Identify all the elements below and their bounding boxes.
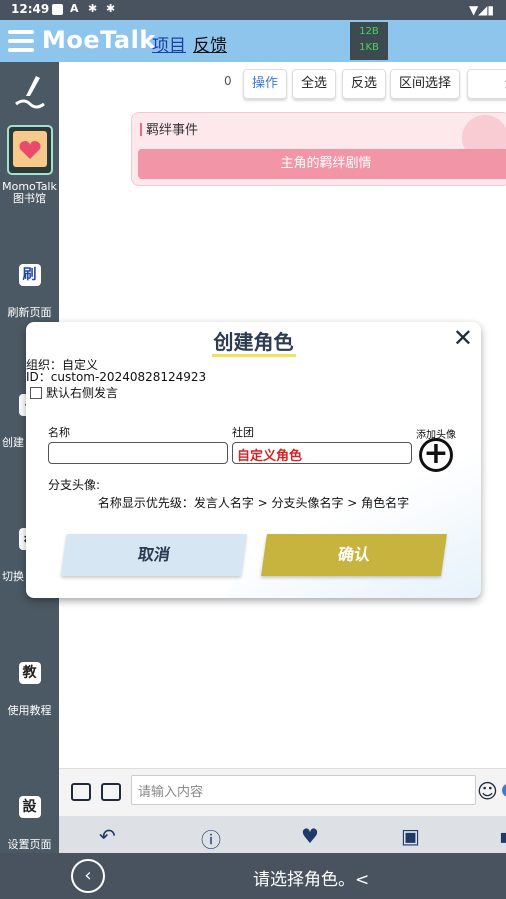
range-select-button[interactable]: 区间选择 [390,69,461,99]
tutorial-icon: 教 [18,662,41,684]
club-label: 社团 [232,426,254,439]
add-avatar-icon[interactable]: + [419,438,453,472]
action-bar: ↶ ⓘ ♥ ▣ ▪ [59,816,506,853]
sidebar-item-label: 设置页面 [7,838,52,851]
cancel-button[interactable]: 取消 [61,534,247,576]
confirm-button[interactable]: 确认 [261,534,447,576]
net-upload: 12B [359,26,379,37]
signal-battery-icons: ▼◢▮ [468,3,494,17]
app-title: MoeTalk [42,26,156,54]
heart-icon[interactable]: ♥ [301,824,319,848]
event-title: 羁绊事件 [140,119,198,138]
net-download: 1KB [359,42,379,53]
message-input-bar: 请输入内容 ☺ ● [59,768,506,816]
name-label: 名称 [48,426,70,439]
status-bar: 12:49 A ✱ ✱ ▼◢▮ [0,0,506,20]
club-input[interactable]: 自定义角色 [232,442,412,464]
back-icon[interactable]: ‹ [71,859,105,893]
more-icon[interactable]: ▪ [499,824,506,848]
delete-button[interactable]: 删 [467,69,506,99]
invert-selection-button[interactable]: 反选 [342,69,387,99]
default-right-checkbox[interactable]: 默认右侧发言 [30,384,118,401]
selected-count: 0 [224,74,232,88]
app-notification-icon: A [70,2,79,15]
name-input[interactable] [48,442,228,464]
checkbox-label: 默认右侧发言 [46,386,119,400]
name-priority-text: 名称显示优先级：发言人名字 > 分支头像名字 > 角色名字 [97,496,410,510]
selection-toolbar: 0 操作 全选 反选 区间选择 删 [59,66,506,99]
message-input[interactable]: 请输入内容 [131,775,476,805]
bottom-nav: ‹ 请选择角色。< [0,853,506,899]
sidebar-item-label: MomoTalk 图书馆 [2,180,57,205]
image-icon[interactable] [101,783,121,801]
emoji-icon[interactable]: ☺ [477,779,498,803]
book-heart-icon [6,125,53,175]
sidebar-item-label: 刷新页面 [7,306,52,319]
sidebar-item-refresh[interactable]: 刷 刷新页面 [0,264,59,320]
id-text: ID：custom-20240828124923 [26,370,207,384]
user-icon[interactable]: ● [501,779,506,800]
info-icon[interactable]: ⓘ [201,824,221,853]
project-link[interactable]: 项目 [152,31,186,56]
sidebar-item-home[interactable] [0,74,59,113]
nav-status-text: 请选择角色。< [253,870,370,890]
bond-story-button[interactable]: 主角的羁绊剧情 [138,149,506,179]
sidebar-item-label: 使用教程 [7,704,52,717]
menu-icon[interactable] [8,30,34,52]
network-speed-indicator: 12B 1KB [350,22,388,60]
sidebar-item-tutorial[interactable]: 教 使用教程 [0,662,59,718]
bug-icon: ✱ [88,2,98,15]
save-icon[interactable]: ▣ [401,824,420,848]
close-icon[interactable]: ✕ [453,326,473,350]
status-time: 12:49 [11,2,50,16]
select-all-button[interactable]: 全选 [292,69,337,99]
sidebar-item-library[interactable]: MomoTalk 图书馆 [0,124,59,205]
sidebar-item-settings[interactable]: 設 设置页面 [0,796,59,852]
settings-icon: 設 [18,796,41,818]
checkbox-box[interactable] [30,387,42,399]
notification-icon [52,4,63,15]
bond-event-card: 羁绊事件 主角的羁绊剧情 [131,112,506,186]
bug-icon-2: ✱ [106,2,116,15]
feedback-link[interactable]: 反馈 [193,31,227,56]
undo-icon[interactable]: ↶ [99,824,116,848]
refresh-icon: 刷 [18,264,41,286]
quill-icon [14,76,45,109]
top-bar: MoeTalk 项目 反馈 12B 1KB [0,20,506,62]
operate-button[interactable]: 操作 [243,69,288,99]
camera-icon[interactable] [71,783,91,801]
create-character-dialog: 创建角色 ✕ 组织：自定义 ID：custom-20240828124923 默… [26,322,481,598]
dialog-title: 创建角色 [26,326,481,357]
branch-avatar-label: 分支头像: [48,478,101,492]
